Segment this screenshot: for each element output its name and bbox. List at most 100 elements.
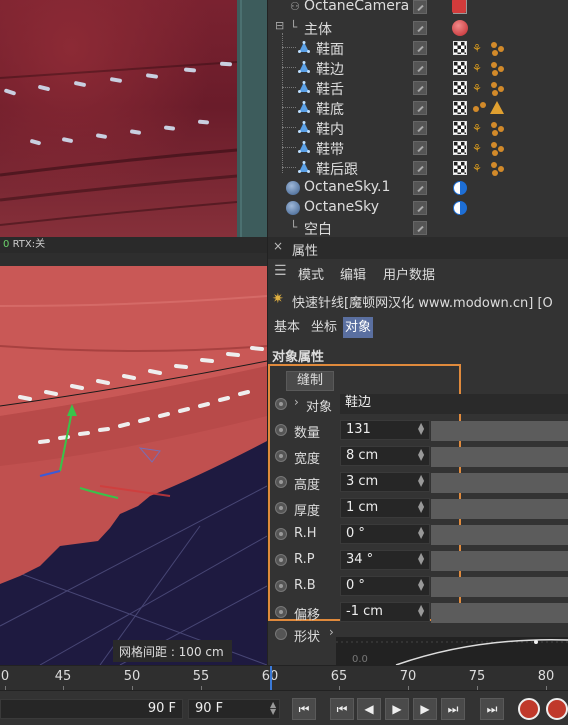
expand-icon[interactable]: › bbox=[294, 395, 299, 409]
phong-tag-icon[interactable]: ⚘ bbox=[472, 62, 482, 75]
param-value-field[interactable]: 8 cm bbox=[340, 446, 430, 466]
param-slider[interactable] bbox=[431, 473, 568, 493]
object-row-sky1[interactable]: OctaneSky.1 bbox=[268, 178, 568, 198]
visibility-toggle[interactable] bbox=[413, 221, 427, 235]
spinner-icon[interactable]: ▲ ▼ bbox=[418, 422, 424, 436]
visibility-toggle[interactable] bbox=[413, 81, 427, 95]
current-frame-field[interactable]: 90 F bbox=[0, 699, 183, 719]
animate-toggle[interactable] bbox=[275, 528, 287, 540]
goto-start-button[interactable]: ⏮ bbox=[292, 698, 316, 720]
visibility-toggle[interactable] bbox=[413, 201, 427, 215]
shape-curve-graph[interactable]: 0.0 bbox=[336, 637, 568, 665]
param-slider[interactable] bbox=[431, 577, 568, 597]
param-value-field[interactable]: 1 cm bbox=[340, 498, 430, 518]
phong-tag-icon[interactable]: ⚘ bbox=[472, 142, 482, 155]
tab-basic[interactable]: 基本 bbox=[272, 317, 302, 338]
animate-toggle[interactable] bbox=[275, 606, 287, 618]
uv-tag-icon[interactable] bbox=[453, 121, 467, 135]
record-button[interactable] bbox=[518, 698, 540, 720]
spinner-icon[interactable]: ▲ ▼ bbox=[418, 474, 424, 488]
prev-key-button[interactable]: ⏮ bbox=[330, 698, 354, 720]
spinner-icon[interactable]: ▲ ▼ bbox=[418, 604, 424, 618]
selection-tag-icon[interactable] bbox=[490, 80, 506, 96]
spinner-icon[interactable]: ▲ ▼ bbox=[418, 552, 424, 566]
visibility-toggle[interactable] bbox=[413, 121, 427, 135]
menu-user-data[interactable]: 用户数据 bbox=[383, 264, 435, 283]
spinner-icon[interactable]: ▲ ▼ bbox=[418, 578, 424, 592]
animate-toggle[interactable] bbox=[275, 628, 287, 640]
environment-tag-icon[interactable] bbox=[453, 181, 467, 195]
visibility-toggle[interactable] bbox=[413, 41, 427, 55]
visibility-toggle[interactable] bbox=[413, 61, 427, 75]
shape-curve[interactable] bbox=[336, 637, 568, 665]
visibility-toggle[interactable] bbox=[413, 141, 427, 155]
param-value-field[interactable]: 0 ° bbox=[340, 524, 430, 544]
param-slider[interactable] bbox=[431, 499, 568, 519]
param-value-field[interactable]: 3 cm bbox=[340, 472, 430, 492]
prev-frame-button[interactable]: ◀ bbox=[357, 698, 381, 720]
selection-tag-icon[interactable] bbox=[490, 140, 506, 156]
param-value-field[interactable]: 0 ° bbox=[340, 576, 430, 596]
animate-toggle[interactable] bbox=[275, 424, 287, 436]
phong-tag-icon[interactable]: ⚘ bbox=[472, 82, 482, 95]
object-row-child[interactable]: 鞋后跟 ⚘ bbox=[268, 158, 568, 178]
visibility-toggle[interactable] bbox=[413, 161, 427, 175]
menu-icon[interactable]: ☰ bbox=[274, 263, 287, 279]
menu-mode[interactable]: 模式 bbox=[298, 264, 324, 283]
material-tag-icon[interactable] bbox=[452, 20, 468, 36]
spinner-icon[interactable]: ▲ ▼ bbox=[418, 500, 424, 514]
visibility-toggle[interactable] bbox=[413, 0, 427, 14]
param-value-field[interactable]: 131 bbox=[340, 420, 430, 440]
param-slider[interactable] bbox=[431, 447, 568, 467]
phong-tag-icon[interactable]: ⚘ bbox=[472, 42, 482, 55]
animate-toggle[interactable] bbox=[275, 502, 287, 514]
uv-tag-icon[interactable] bbox=[453, 161, 467, 175]
timeline-ruler[interactable]: 04550556065707580 bbox=[0, 665, 568, 691]
object-row-child[interactable]: 鞋带 ⚘ bbox=[268, 138, 568, 158]
object-row-child[interactable]: 鞋内 ⚘ bbox=[268, 118, 568, 138]
object-row-group[interactable]: ⊟ └ 主体 bbox=[268, 18, 568, 38]
param-value-field[interactable]: 34 ° bbox=[340, 550, 430, 570]
next-key-button[interactable]: ⏭ bbox=[441, 698, 465, 720]
frame-spinner-icon[interactable]: ▲ ▼ bbox=[270, 701, 276, 716]
selection-tag-icon[interactable] bbox=[490, 60, 506, 76]
selection-tag-icon[interactable] bbox=[490, 120, 506, 136]
selection-tag-icon[interactable] bbox=[490, 40, 506, 56]
spinner-icon[interactable]: ▲ ▼ bbox=[418, 526, 424, 540]
spinner-icon[interactable]: ▲ ▼ bbox=[418, 448, 424, 462]
uv-tag-icon[interactable] bbox=[453, 61, 467, 75]
phong-tag-icon[interactable]: ⚘ bbox=[472, 162, 482, 175]
visibility-toggle[interactable] bbox=[413, 21, 427, 35]
animate-toggle[interactable] bbox=[275, 398, 287, 410]
uv-tag-icon[interactable] bbox=[453, 81, 467, 95]
collapse-icon[interactable]: ⊟ bbox=[275, 19, 284, 32]
goto-end-button[interactable]: ⏭ bbox=[480, 698, 504, 720]
animate-toggle[interactable] bbox=[275, 580, 287, 592]
close-icon[interactable]: × bbox=[273, 239, 283, 253]
visibility-toggle[interactable] bbox=[413, 181, 427, 195]
animate-toggle[interactable] bbox=[275, 476, 287, 488]
menu-edit[interactable]: 编辑 bbox=[340, 264, 366, 283]
tab-object[interactable]: 对象 bbox=[343, 317, 374, 338]
camera-tag-icon[interactable] bbox=[452, 0, 466, 13]
visibility-toggle[interactable] bbox=[413, 101, 427, 115]
play-button[interactable]: ▶ bbox=[385, 698, 409, 720]
uv-tag-icon[interactable] bbox=[453, 41, 467, 55]
end-frame-field[interactable]: 90 F bbox=[188, 699, 280, 719]
param-slider[interactable] bbox=[431, 421, 568, 441]
environment-tag-icon[interactable] bbox=[453, 201, 467, 215]
uv-tag-icon[interactable] bbox=[453, 141, 467, 155]
param-value-field[interactable]: -1 cm bbox=[340, 602, 430, 622]
animate-toggle[interactable] bbox=[275, 450, 287, 462]
tab-coord[interactable]: 坐标 bbox=[309, 317, 339, 338]
object-row-child[interactable]: 鞋舌 ⚘ bbox=[268, 78, 568, 98]
stitch-button[interactable]: 缝制 bbox=[286, 371, 334, 391]
selection-tag-icon[interactable] bbox=[490, 160, 506, 176]
object-row-sky[interactable]: OctaneSky bbox=[268, 198, 568, 218]
next-frame-button[interactable]: ▶ bbox=[413, 698, 437, 720]
auto-key-button[interactable] bbox=[546, 698, 568, 720]
selection-tag-icon[interactable] bbox=[472, 100, 488, 116]
param-slider[interactable] bbox=[431, 525, 568, 545]
object-link-field[interactable]: 鞋边 bbox=[340, 394, 568, 414]
phong-tag-icon[interactable] bbox=[490, 101, 504, 114]
